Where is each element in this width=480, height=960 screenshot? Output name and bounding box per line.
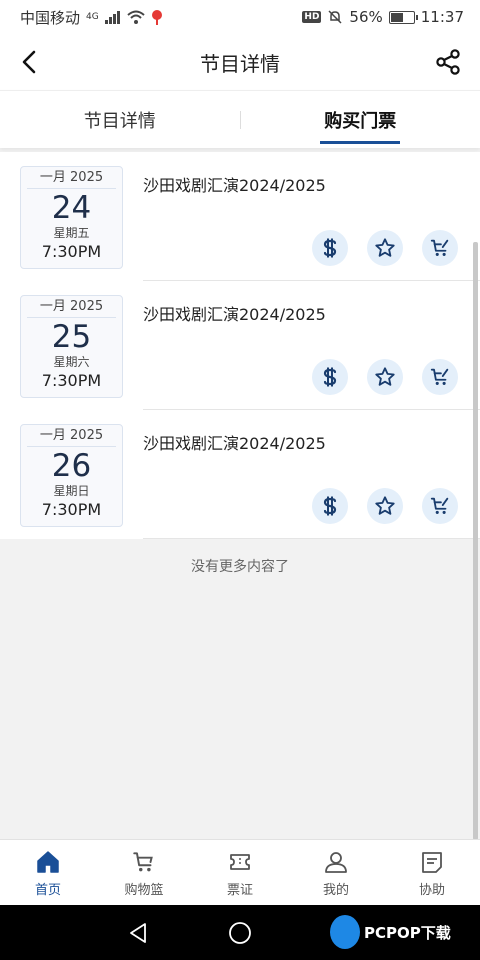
add-to-cart-button[interactable] xyxy=(422,359,458,395)
network-type: 4G xyxy=(86,12,99,22)
location-icon xyxy=(151,10,162,25)
nav-me[interactable]: 我的 xyxy=(288,840,384,905)
date-card: 一月 2025 25 星期六 7:30PM xyxy=(20,295,123,398)
back-button[interactable] xyxy=(12,42,48,82)
favorite-button[interactable] xyxy=(367,488,403,524)
date-month: 一月 2025 xyxy=(27,425,116,447)
cart-icon xyxy=(430,368,449,385)
ticket-icon xyxy=(226,848,254,876)
date-weekday: 星期五 xyxy=(53,226,90,240)
date-time: 7:30PM xyxy=(41,242,102,261)
event-row[interactable]: 一月 2025 26 星期日 7:30PM 沙田戏剧汇演2024/2025 xyxy=(0,410,480,539)
price-icon xyxy=(323,367,337,387)
event-actions xyxy=(312,230,458,266)
star-icon xyxy=(375,367,395,386)
nav-tickets-label: 票证 xyxy=(226,882,253,898)
tab-buy-tickets[interactable]: 购买门票 xyxy=(241,91,480,148)
date-weekday: 星期日 xyxy=(53,484,90,498)
date-month: 一月 2025 xyxy=(27,296,116,318)
wifi-icon xyxy=(127,10,145,24)
nav-home[interactable]: 首页 xyxy=(0,840,96,905)
bottom-nav: 首页 购物篮 票证 我的 协助 xyxy=(0,839,480,905)
app-bar: 节目详情 xyxy=(0,34,480,90)
cart-icon xyxy=(430,497,449,514)
watermark-text: PCPOP下载 xyxy=(364,923,451,942)
hd-badge: HD xyxy=(302,11,322,23)
nav-me-label: 我的 xyxy=(322,882,349,898)
add-to-cart-button[interactable] xyxy=(422,488,458,524)
tab-bar: 节目详情 购买门票 xyxy=(0,90,480,148)
event-actions xyxy=(312,359,458,395)
status-right: HD 56% 11:37 xyxy=(302,8,464,26)
event-title[interactable]: 沙田戏剧汇演2024/2025 xyxy=(143,430,326,454)
nav-help-label: 协助 xyxy=(418,882,445,898)
system-back-icon[interactable] xyxy=(126,921,150,945)
favorite-button[interactable] xyxy=(367,230,403,266)
date-card: 一月 2025 26 星期日 7:30PM xyxy=(20,424,123,527)
watermark-logo-icon xyxy=(330,915,360,949)
nav-help[interactable]: 协助 xyxy=(384,840,480,905)
watermark: PCPOP下载 xyxy=(330,915,451,949)
event-title[interactable]: 沙田戏剧汇演2024/2025 xyxy=(143,172,326,196)
signal-icon xyxy=(104,10,120,24)
chevron-left-icon xyxy=(22,50,36,74)
share-button[interactable] xyxy=(428,42,468,82)
event-row[interactable]: 一月 2025 24 星期五 7:30PM 沙田戏剧汇演2024/2025 xyxy=(0,152,480,281)
home-icon xyxy=(34,848,62,876)
date-day: 26 xyxy=(51,448,92,484)
nav-basket[interactable]: 购物篮 xyxy=(96,840,192,905)
help-icon xyxy=(418,848,446,876)
clock: 11:37 xyxy=(420,8,464,26)
scrollbar[interactable] xyxy=(473,242,478,840)
date-month: 一月 2025 xyxy=(27,167,116,189)
row-divider xyxy=(143,538,480,539)
date-card: 一月 2025 24 星期五 7:30PM xyxy=(20,166,123,269)
nav-tickets[interactable]: 票证 xyxy=(192,840,288,905)
nav-basket-label: 购物篮 xyxy=(124,882,164,898)
nav-home-label: 首页 xyxy=(34,882,61,898)
price-button[interactable] xyxy=(312,488,348,524)
status-bar: 中国移动 4G HD 56% 11:37 xyxy=(0,0,480,34)
date-day: 25 xyxy=(51,319,92,355)
cart-icon xyxy=(430,239,449,256)
mute-icon xyxy=(328,10,342,24)
price-icon xyxy=(323,496,337,516)
no-more-content-text: 没有更多内容了 xyxy=(191,559,289,575)
date-time: 7:30PM xyxy=(41,500,102,519)
date-time: 7:30PM xyxy=(41,371,102,390)
tab-program-details[interactable]: 节目详情 xyxy=(0,91,240,148)
event-title[interactable]: 沙田戏剧汇演2024/2025 xyxy=(143,301,326,325)
price-button[interactable] xyxy=(312,359,348,395)
system-nav-bar: PCPOP下载 xyxy=(0,905,480,960)
price-icon xyxy=(323,238,337,258)
event-list: 一月 2025 24 星期五 7:30PM 沙田戏剧汇演2024/2025 一月… xyxy=(0,152,480,539)
battery-icon xyxy=(388,10,418,24)
star-icon xyxy=(375,238,395,257)
date-weekday: 星期六 xyxy=(53,355,90,369)
price-button[interactable] xyxy=(312,230,348,266)
battery-percent: 56% xyxy=(349,8,383,26)
event-actions xyxy=(312,488,458,524)
carrier-name: 中国移动 xyxy=(20,8,81,27)
basket-icon xyxy=(130,848,158,876)
date-day: 24 xyxy=(51,190,92,226)
add-to-cart-button[interactable] xyxy=(422,230,458,266)
system-home-icon[interactable] xyxy=(228,921,252,945)
favorite-button[interactable] xyxy=(367,359,403,395)
star-icon xyxy=(375,496,395,515)
page-title: 节目详情 xyxy=(200,51,280,76)
event-row[interactable]: 一月 2025 25 星期六 7:30PM 沙田戏剧汇演2024/2025 xyxy=(0,281,480,410)
user-icon xyxy=(322,848,350,876)
share-icon xyxy=(436,49,460,75)
status-left: 中国移动 4G xyxy=(20,7,163,28)
